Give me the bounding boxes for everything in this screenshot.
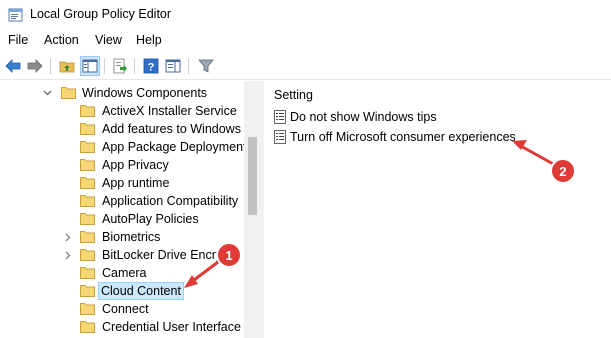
show-hide-tree-button[interactable] xyxy=(80,56,100,76)
tree-scrollbar[interactable] xyxy=(244,81,260,338)
forward-button[interactable] xyxy=(25,56,45,76)
menu-help[interactable]: Help xyxy=(136,33,162,47)
tree-item-label: App Package Deployment xyxy=(102,140,247,154)
folder-icon xyxy=(80,159,95,171)
back-arrow-icon xyxy=(5,59,21,73)
policy-setting-icon xyxy=(274,110,286,124)
tree-item-label: Camera xyxy=(102,266,147,280)
folder-icon xyxy=(80,231,95,243)
tree-item-activex-installer-service[interactable]: ActiveX Installer Service xyxy=(0,102,244,120)
chevron-right-icon[interactable] xyxy=(63,228,73,246)
show-hide-tree-icon xyxy=(82,59,98,73)
tree-item-label: Connect xyxy=(102,302,149,316)
folder-icon xyxy=(80,213,95,225)
tree-item-bitlocker[interactable]: BitLocker Drive Encry xyxy=(0,246,244,264)
policy-editor-icon xyxy=(8,8,23,22)
menu-file[interactable]: File xyxy=(8,33,28,47)
title-bar: Local Group Policy Editor xyxy=(0,0,611,30)
toolbar-separator xyxy=(188,58,189,74)
folder-icon xyxy=(80,123,95,135)
filter-icon xyxy=(198,59,214,73)
menu-bar: File Action View Help xyxy=(0,30,611,51)
setting-label: Turn off Microsoft consumer experiences xyxy=(290,130,516,144)
forward-arrow-icon xyxy=(27,59,43,73)
setting-label: Do not show Windows tips xyxy=(290,110,437,124)
toolbar-separator xyxy=(104,58,105,74)
folder-icon xyxy=(80,321,95,333)
folder-icon xyxy=(80,177,95,189)
tree-item-label: ActiveX Installer Service xyxy=(102,104,237,118)
tree-item-cloud-content[interactable]: Cloud Content xyxy=(0,282,244,300)
tree-item-label: App Privacy xyxy=(102,158,169,172)
toolbar-separator xyxy=(50,58,51,74)
chevron-down-icon[interactable] xyxy=(42,84,52,102)
up-folder-icon xyxy=(59,61,75,73)
tree-item-label: Application Compatibility xyxy=(102,194,239,208)
tree-item-camera[interactable]: Camera xyxy=(0,264,244,282)
toolbar: ? xyxy=(0,52,611,80)
tree-item-label: BitLocker Drive Encry xyxy=(102,248,223,262)
tree-item-app-package-deployment[interactable]: App Package Deployment xyxy=(0,138,247,156)
toolbar-separator xyxy=(134,58,135,74)
window-title: Local Group Policy Editor xyxy=(30,7,172,21)
svg-text:?: ? xyxy=(148,62,155,74)
folder-icon xyxy=(80,195,95,207)
properties-view-icon xyxy=(165,59,181,73)
tree-item-credential-user-interface[interactable]: Credential User Interface xyxy=(0,318,244,336)
export-list-button[interactable] xyxy=(110,56,130,76)
help-button[interactable]: ? xyxy=(141,56,161,76)
tree-item-label: AutoPlay Policies xyxy=(102,212,199,226)
help-icon: ? xyxy=(143,58,159,74)
folder-icon xyxy=(80,249,95,261)
up-one-level-button[interactable] xyxy=(57,56,77,76)
chevron-right-icon[interactable] xyxy=(63,246,73,264)
tree-item-label: Credential User Interface xyxy=(102,320,241,334)
filter-button[interactable] xyxy=(196,56,216,76)
tree-item-label: App runtime xyxy=(102,176,170,190)
tree-item-app-runtime[interactable]: App runtime xyxy=(0,174,244,192)
tree-item-connect[interactable]: Connect xyxy=(0,300,244,318)
tree-item-add-features[interactable]: Add features to Windows 1 xyxy=(0,120,251,138)
tree-item-autoplay-policies[interactable]: AutoPlay Policies xyxy=(0,210,244,228)
console-tree[interactable]: Windows Components ActiveX Installer Ser… xyxy=(0,81,260,338)
scrollbar-thumb[interactable] xyxy=(248,137,257,215)
folder-icon xyxy=(80,267,95,279)
menu-action[interactable]: Action xyxy=(44,33,79,47)
tree-item-biometrics[interactable]: Biometrics xyxy=(0,228,244,246)
column-header-setting[interactable]: Setting xyxy=(274,88,313,102)
folder-icon xyxy=(80,285,95,297)
tree-item-label: Windows Components xyxy=(82,86,208,100)
folder-icon xyxy=(61,87,76,99)
tree-item-label: Cloud Content xyxy=(98,282,184,300)
menu-view[interactable]: View xyxy=(95,33,122,47)
tree-item-application-compatibility[interactable]: Application Compatibility xyxy=(0,192,244,210)
tree-item-label: Add features to Windows 1 xyxy=(102,122,252,136)
tree-item-app-privacy[interactable]: App Privacy xyxy=(0,156,244,174)
tree-item-windows-components[interactable]: Windows Components xyxy=(0,84,244,102)
folder-icon xyxy=(80,105,95,117)
properties-view-button[interactable] xyxy=(163,56,183,76)
folder-icon xyxy=(80,141,95,153)
policy-setting-icon xyxy=(274,130,286,144)
export-list-icon xyxy=(113,58,127,74)
folder-icon xyxy=(80,303,95,315)
back-button[interactable] xyxy=(3,56,23,76)
settings-list: Setting Do not show Windows tips Turn of… xyxy=(264,81,611,338)
tree-item-label: Biometrics xyxy=(102,230,161,244)
